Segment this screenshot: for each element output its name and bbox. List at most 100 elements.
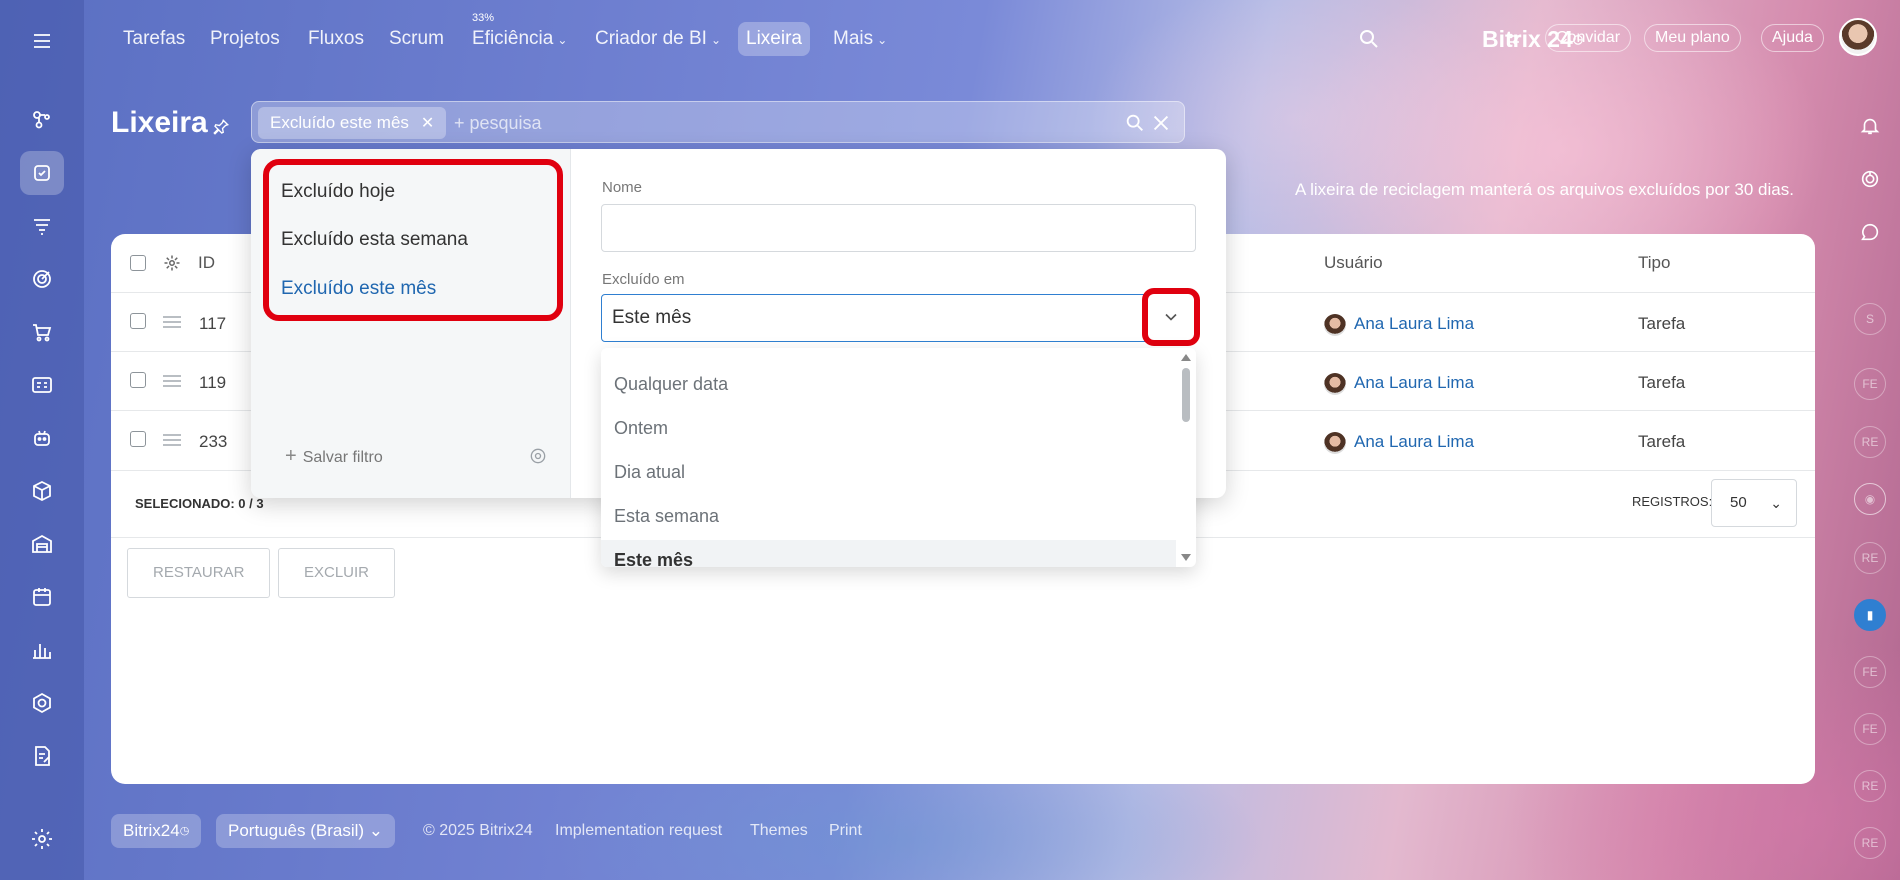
copilot-icon[interactable] — [1853, 162, 1887, 196]
drag-handle-icon[interactable] — [163, 434, 181, 446]
drag-handle-icon[interactable] — [163, 375, 181, 387]
nav-tarefas[interactable]: Tarefas — [115, 22, 193, 56]
chat-avatar-re[interactable]: RE — [1854, 770, 1886, 802]
clock-icon: ◷ — [179, 825, 190, 837]
box-icon[interactable] — [20, 469, 64, 513]
filter-search-bar[interactable]: Excluído este mês ✕ + pesquisa — [251, 101, 1185, 143]
funnel-icon[interactable] — [20, 204, 64, 248]
restore-button[interactable]: RESTAURAR — [127, 548, 271, 598]
option-current-day[interactable]: Dia atual — [601, 452, 1176, 492]
hexagon-icon[interactable] — [20, 681, 64, 725]
row-user-name: Ana Laura Lima — [1354, 373, 1475, 392]
save-filter-button[interactable]: + Salvar filtro — [285, 445, 383, 468]
chat-avatar-re[interactable]: RE — [1854, 542, 1886, 574]
feed-icon[interactable] — [20, 98, 64, 142]
chat-avatar-group[interactable]: ◉ — [1854, 483, 1886, 515]
nav-mais[interactable]: Mais ⌄ — [825, 22, 895, 56]
nav-eficiencia[interactable]: Eficiência ⌄ — [464, 22, 575, 56]
scroll-thumb[interactable] — [1182, 368, 1190, 422]
pin-icon[interactable] — [212, 118, 230, 136]
select-all-checkbox[interactable] — [130, 255, 146, 271]
chevron-down-icon: ⌄ — [1770, 495, 1782, 511]
target-icon[interactable] — [20, 257, 64, 301]
column-header-type[interactable]: Tipo — [1638, 234, 1670, 292]
menu-icon[interactable] — [20, 19, 64, 63]
row-checkbox[interactable] — [130, 372, 146, 388]
implementation-request-link[interactable]: Implementation request — [555, 822, 722, 840]
cart-icon[interactable] — [20, 310, 64, 354]
chat-avatar-re[interactable]: RE — [1854, 827, 1886, 859]
help-button[interactable]: Ajuda — [1761, 24, 1824, 52]
my-plan-button[interactable]: Meu plano — [1644, 24, 1741, 52]
gear-icon[interactable] — [528, 446, 548, 466]
scroll-down-icon[interactable] — [1181, 554, 1191, 561]
column-header-user[interactable]: Usuário — [1324, 234, 1383, 292]
chat-icon[interactable] — [1853, 215, 1887, 249]
language-selector[interactable]: Português (Brasil) ⌄ — [216, 814, 396, 848]
dropdown-toggle-button[interactable] — [1142, 288, 1200, 346]
highlight-box — [263, 159, 563, 321]
dropdown-scrollbar[interactable] — [1179, 348, 1193, 567]
chat-avatar-fe[interactable]: FE — [1854, 656, 1886, 688]
filter-popup: Excluído hoje Excluído esta semana Exclu… — [251, 149, 1226, 567]
left-sidebar — [0, 0, 84, 880]
clear-icon[interactable] — [1150, 112, 1172, 134]
row-type: Tarefa — [1638, 432, 1686, 451]
records-label: REGISTROS: — [1632, 494, 1713, 509]
active-filter-chip[interactable]: Excluído este mês ✕ — [258, 107, 447, 139]
chat-avatar-fe[interactable]: FE — [1854, 713, 1886, 745]
settings-gear-icon[interactable] — [20, 817, 64, 861]
search-icon[interactable] — [1124, 112, 1146, 134]
option-this-week[interactable]: Esta semana — [601, 496, 1176, 536]
option-this-month[interactable]: Este mês — [601, 540, 1176, 567]
warehouse-icon[interactable] — [20, 522, 64, 566]
contact-card-icon[interactable] — [20, 363, 64, 407]
print-link[interactable]: Print — [829, 822, 862, 840]
language-label: Português (Brasil) — [228, 821, 365, 840]
drag-handle-icon[interactable] — [163, 316, 181, 328]
filter-chip-label: Excluído este mês — [270, 113, 409, 132]
bar-chart-icon[interactable] — [20, 628, 64, 672]
sliders-icon[interactable] — [1504, 30, 1522, 48]
themes-link[interactable]: Themes — [750, 822, 808, 840]
nav-scrum[interactable]: Scrum — [381, 22, 452, 56]
deleted-date-value: Este mês — [612, 307, 692, 328]
row-user-link[interactable]: Ana Laura Lima — [1324, 312, 1474, 336]
column-header-id[interactable]: ID — [198, 234, 215, 292]
scroll-up-icon[interactable] — [1181, 354, 1191, 361]
delete-button[interactable]: EXCLUIR — [278, 548, 396, 598]
footer-brand-button[interactable]: Bitrix24◷ — [111, 814, 202, 848]
close-icon[interactable]: ✕ — [421, 115, 434, 132]
nav-projetos[interactable]: Projetos — [202, 22, 288, 56]
search-input[interactable]: + pesquisa — [454, 102, 542, 144]
chat-avatar-re[interactable]: RE — [1854, 426, 1886, 458]
option-any-date[interactable]: Qualquer data — [601, 364, 1176, 404]
deleted-date-select[interactable]: Este mês — [601, 294, 1196, 342]
bell-icon[interactable] — [1853, 109, 1887, 143]
column-settings-icon[interactable] — [163, 254, 181, 272]
tasks-icon[interactable] — [20, 151, 64, 195]
nav-criador-bi[interactable]: Criador de BI ⌄ — [587, 22, 729, 56]
user-avatar[interactable] — [1839, 18, 1877, 56]
document-edit-icon[interactable] — [20, 734, 64, 778]
chat-avatar-fe[interactable]: FE — [1854, 368, 1886, 400]
row-checkbox[interactable] — [130, 313, 146, 329]
name-field[interactable] — [601, 204, 1196, 252]
row-checkbox[interactable] — [130, 431, 146, 447]
invite-button[interactable]: Convidar — [1545, 24, 1632, 52]
robot-icon[interactable] — [20, 416, 64, 460]
calendar-icon[interactable] — [20, 575, 64, 619]
save-filter-label: Salvar filtro — [302, 449, 383, 466]
chevron-down-icon: ⌄ — [368, 821, 384, 840]
date-options-dropdown: Qualquer data Ontem Dia atual Esta seman… — [601, 348, 1196, 567]
nav-fluxos[interactable]: Fluxos — [300, 22, 372, 56]
nav-lixeira[interactable]: Lixeira — [738, 22, 810, 56]
row-user-link[interactable]: Ana Laura Lima — [1324, 371, 1474, 395]
bookmark-icon[interactable]: ▮ — [1854, 599, 1886, 631]
row-user-link[interactable]: Ana Laura Lima — [1324, 430, 1474, 454]
search-icon[interactable] — [1357, 27, 1381, 51]
records-per-page-select[interactable]: 50 ⌄ — [1711, 479, 1797, 527]
option-yesterday[interactable]: Ontem — [601, 408, 1176, 448]
chat-avatar-s[interactable]: S — [1854, 303, 1886, 335]
nav-eficiencia-label: Eficiência — [472, 28, 554, 49]
